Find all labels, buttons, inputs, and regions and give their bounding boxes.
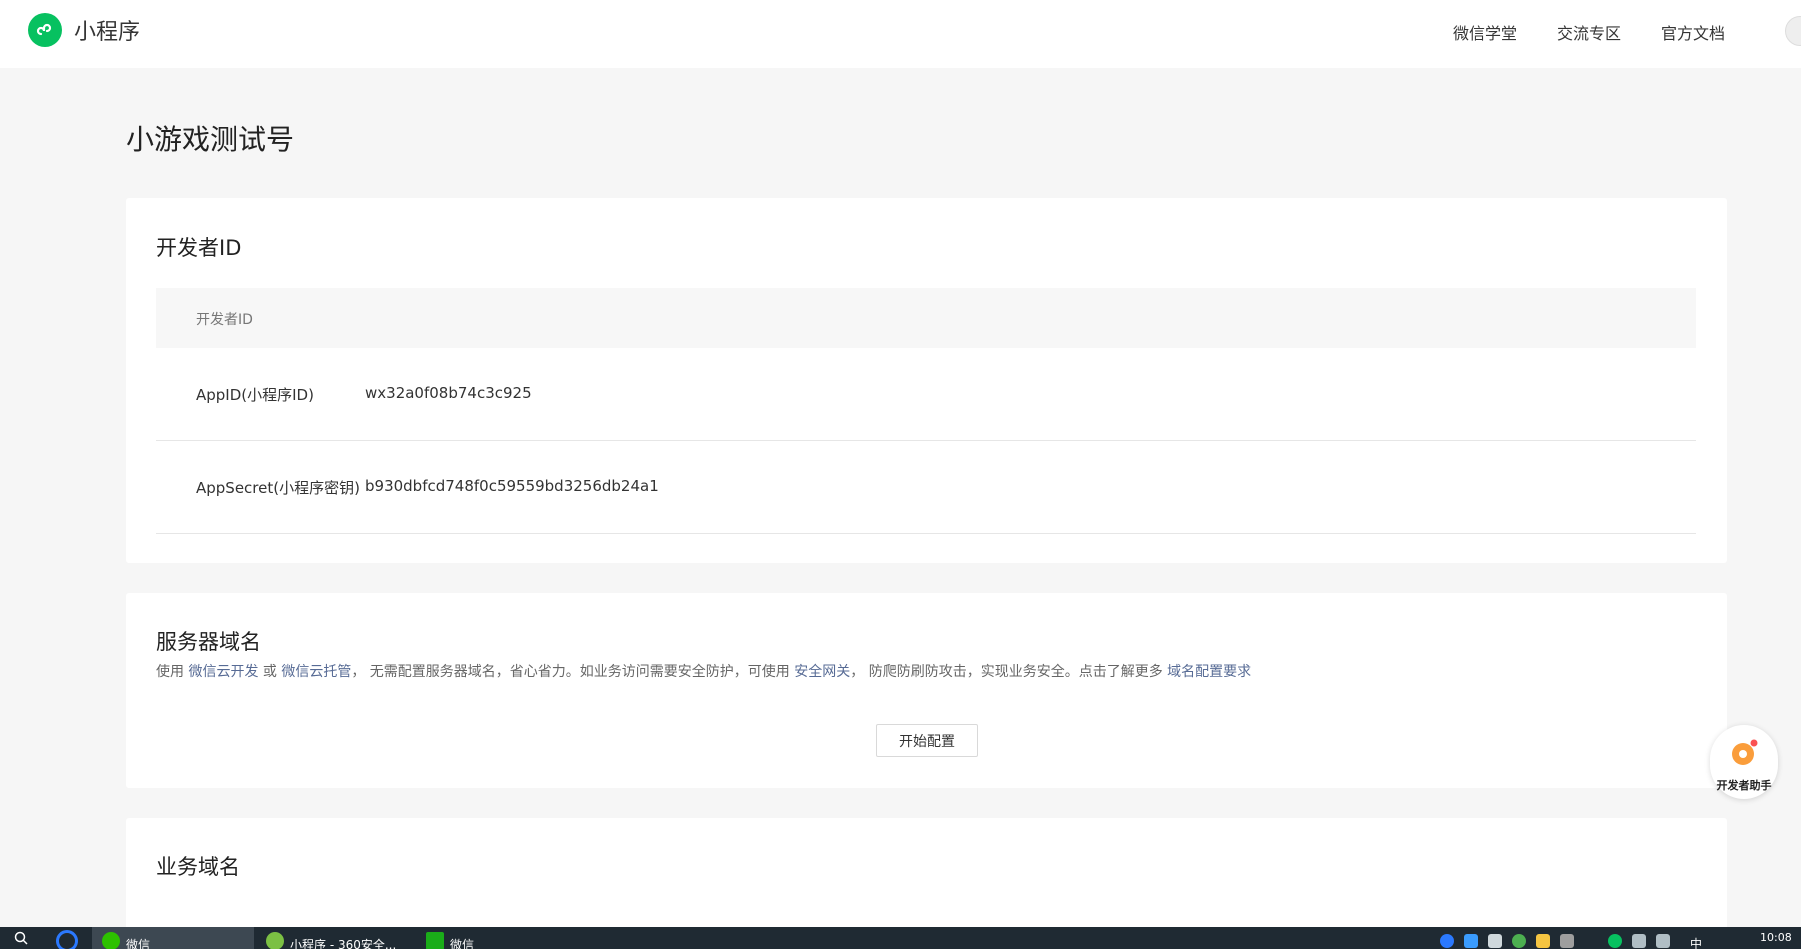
table-row-appsecret: AppSecret(小程序密钥) b930dbfcd748f0c59559bd3… xyxy=(156,441,1696,534)
table-row-appid: AppID(小程序ID) wx32a0f08b74c3c925 xyxy=(156,348,1696,441)
link-wechat-cloud-dev[interactable]: 微信云开发 xyxy=(188,664,258,680)
desc-text: 使用 xyxy=(156,664,189,680)
top-header: 小程序 微信学堂 交流专区 官方文档 xyxy=(0,0,1801,68)
search-icon[interactable] xyxy=(14,931,28,948)
desc-text: 或 xyxy=(258,664,282,680)
wechat-tray-icon[interactable] xyxy=(1608,934,1622,948)
taskbar-app-wechat-devtools[interactable]: 微信 xyxy=(426,927,546,949)
avatar[interactable] xyxy=(1785,16,1801,46)
server-domain-title: 服务器域名 xyxy=(156,630,261,654)
tray-icon[interactable] xyxy=(1560,934,1574,948)
appid-label: AppID(小程序ID) xyxy=(196,386,314,404)
link-wechat-cloud-hosting[interactable]: 微信云托管 xyxy=(281,664,351,680)
server-domain-description: 使用 微信云开发 或 微信云托管， 无需配置服务器域名，省心省力。如业务访问需要… xyxy=(156,661,1251,681)
folder-icon[interactable] xyxy=(1536,934,1550,948)
logo[interactable]: 小程序 xyxy=(28,13,140,47)
desc-text: ， 无需配置服务器域名，省心省力。如业务访问需要安全防护，可使用 xyxy=(351,664,795,680)
table-header-label: 开发者ID xyxy=(196,312,253,328)
appsecret-value[interactable]: b930dbfcd748f0c59559bd3256db24a1 xyxy=(365,477,659,495)
server-domain-card: 服务器域名 使用 微信云开发 或 微信云托管， 无需配置服务器域名，省心省力。如… xyxy=(126,593,1727,788)
link-domain-requirements[interactable]: 域名配置要求 xyxy=(1167,664,1251,680)
system-tray xyxy=(1440,934,1680,948)
taskbar-app-wechat[interactable]: 微信 xyxy=(92,927,254,949)
desc-text: ， 防爬防刷防攻击，实现业务安全。点击了解更多 xyxy=(850,664,1168,680)
ime-indicator[interactable]: 中 xyxy=(1690,935,1702,949)
volume-icon[interactable] xyxy=(1656,934,1670,948)
tray-icon[interactable] xyxy=(1512,934,1526,948)
developer-id-title: 开发者ID xyxy=(156,236,242,260)
devtools-icon xyxy=(426,932,444,949)
top-nav: 微信学堂 交流专区 官方文档 xyxy=(1413,20,1725,44)
developer-table-header: 开发者ID xyxy=(156,288,1696,348)
mini-program-logo-icon xyxy=(28,13,62,47)
taskbar-app-360-browser[interactable]: 小程序 - 360安全... xyxy=(262,927,422,949)
network-icon[interactable] xyxy=(1632,934,1646,948)
nav-official-docs[interactable]: 官方文档 xyxy=(1661,20,1725,44)
business-domain-title: 业务域名 xyxy=(156,855,240,879)
developer-id-card: 开发者ID 开发者ID AppID(小程序ID) wx32a0f08b74c3c… xyxy=(126,198,1727,563)
taskbar-app-label: 微信 xyxy=(450,938,475,949)
nav-community[interactable]: 交流专区 xyxy=(1557,20,1621,44)
tray-icon[interactable] xyxy=(1440,934,1454,948)
start-config-button[interactable]: 开始配置 xyxy=(876,724,978,757)
link-security-gateway[interactable]: 安全网关 xyxy=(794,664,850,680)
appid-value[interactable]: wx32a0f08b74c3c925 xyxy=(365,384,532,402)
tray-icon[interactable] xyxy=(1488,934,1502,948)
nav-wechat-academy[interactable]: 微信学堂 xyxy=(1453,20,1517,44)
helper-label: 开发者助手 xyxy=(1716,779,1772,792)
taskbar-app-label: 微信 xyxy=(126,938,151,949)
logo-text: 小程序 xyxy=(74,20,141,45)
tray-icon[interactable] xyxy=(1464,934,1478,948)
tray-spacer xyxy=(1584,934,1608,948)
helper-icon xyxy=(1730,739,1758,771)
cortana-icon[interactable] xyxy=(56,930,78,949)
windows-taskbar: 微信 小程序 - 360安全... 微信 中 10:08 xyxy=(0,927,1801,949)
wechat-icon xyxy=(102,932,120,949)
appsecret-label: AppSecret(小程序密钥) xyxy=(196,479,360,497)
taskbar-app-label: 小程序 - 360安全... xyxy=(290,938,397,949)
browser-icon xyxy=(266,932,284,949)
taskbar-clock[interactable]: 10:08 xyxy=(1760,931,1792,944)
developer-helper-button[interactable]: 开发者助手 xyxy=(1710,725,1778,799)
page-title: 小游戏测试号 xyxy=(126,123,295,156)
